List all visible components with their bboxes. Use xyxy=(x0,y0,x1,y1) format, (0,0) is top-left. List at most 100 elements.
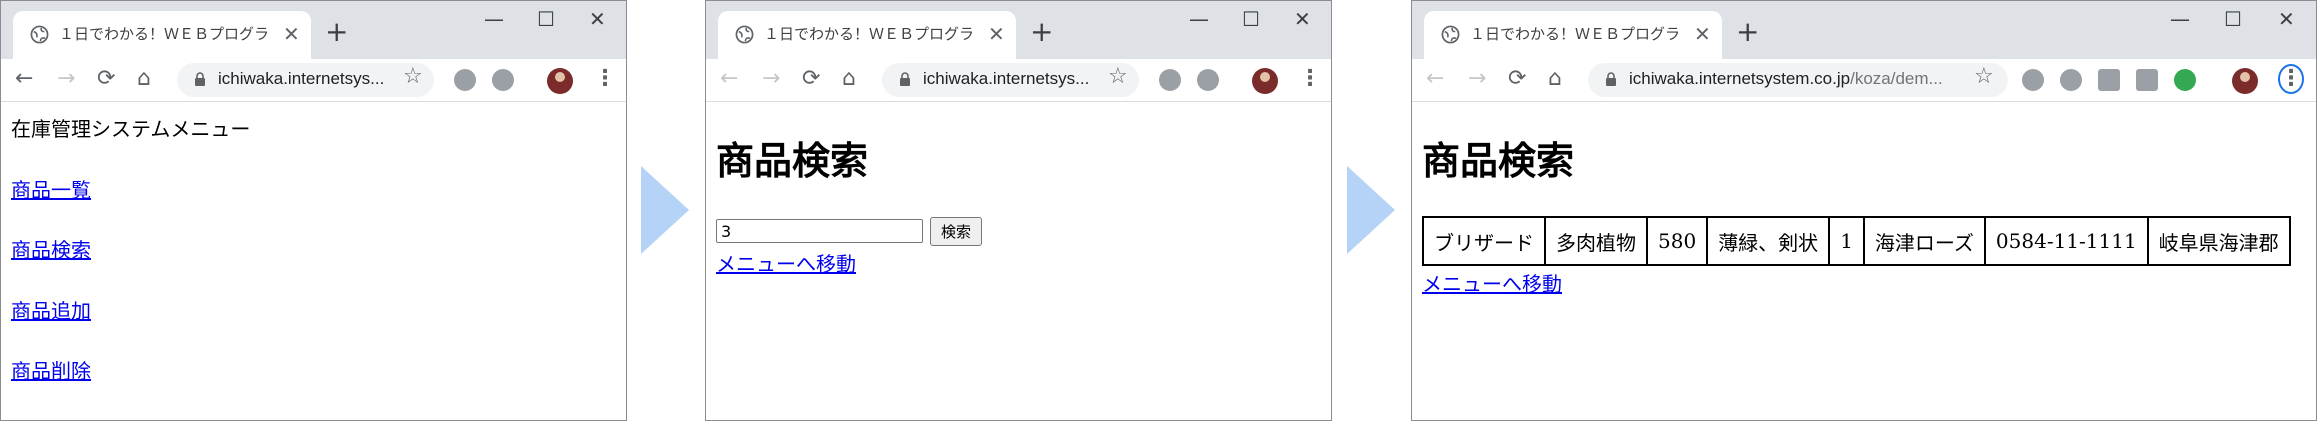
browser-window-menu: １日でわかる！ＷＥＢプログラミング ✕ + — ☐ ✕ ← → ⟳ ⌂ ichi… xyxy=(0,0,627,421)
extension-icon[interactable] xyxy=(1159,69,1181,91)
tab-close-icon[interactable]: ✕ xyxy=(1694,22,1711,46)
search-button[interactable]: 検索 xyxy=(930,217,982,246)
avatar[interactable] xyxy=(547,68,573,94)
page-content: 商品検索 検索 メニューへ移動 xyxy=(706,102,1331,420)
extension-icon[interactable] xyxy=(454,69,476,91)
menu-dots-icon[interactable]: ⋮ xyxy=(2278,64,2304,94)
table-cell: ブリザード xyxy=(1423,217,1545,265)
page-heading: 商品検索 xyxy=(1422,139,1575,183)
extension-icon[interactable] xyxy=(2136,69,2158,91)
browser-window-search: １日でわかる！ＷＥＢプログラミング ✕ + — ☐ ✕ ← → ⟳ ⌂ ichi… xyxy=(705,0,1332,421)
address-bar[interactable]: ichiwaka.internetsys... xyxy=(882,63,1139,97)
lock-icon xyxy=(195,72,205,86)
table-cell: 薄緑、剣状 xyxy=(1707,217,1830,265)
minimize-button[interactable]: — xyxy=(2170,7,2190,31)
link-product-add[interactable]: 商品追加 xyxy=(11,295,91,324)
maximize-button[interactable]: ☐ xyxy=(537,7,555,31)
tab-close-icon[interactable]: ✕ xyxy=(988,22,1005,46)
link-back-to-menu[interactable]: メニューへ移動 xyxy=(1422,268,1562,297)
reload-icon[interactable]: ⟳ xyxy=(1508,67,1526,91)
table-cell: 0584-11-1111 xyxy=(1984,217,2148,265)
extension-icon[interactable] xyxy=(2060,69,2082,91)
forward-arrow-icon[interactable]: → xyxy=(762,67,780,91)
table-cell: 1 xyxy=(1829,217,1864,265)
extension-icon[interactable] xyxy=(492,69,514,91)
minimize-button[interactable]: — xyxy=(484,7,504,31)
address-bar[interactable]: ichiwaka.internetsystem.co.jp/koza/dem..… xyxy=(1588,63,2008,97)
reload-icon[interactable]: ⟳ xyxy=(802,67,820,91)
home-icon[interactable]: ⌂ xyxy=(1548,67,1562,91)
search-input[interactable] xyxy=(716,219,923,243)
tab-title: １日でわかる！ＷＥＢプログラミング xyxy=(1470,25,1680,43)
lock-icon xyxy=(1606,72,1616,86)
tab-strip: １日でわかる！ＷＥＢプログラミング ✕ + — ☐ ✕ xyxy=(1412,1,2316,59)
page-heading: 商品検索 xyxy=(716,139,869,183)
forward-arrow-icon[interactable]: → xyxy=(57,67,75,91)
tab-strip: １日でわかる！ＷＥＢプログラミング ✕ + — ☐ ✕ xyxy=(1,1,626,59)
page-content: 在庫管理システムメニュー 商品一覧 商品検索 商品追加 商品削除 xyxy=(1,102,626,420)
page-content: 商品検索 ブリザード 多肉植物 580 薄緑、剣状 1 海津ローズ 0584-1… xyxy=(1412,102,2316,420)
reload-icon[interactable]: ⟳ xyxy=(97,67,115,91)
extension-icon[interactable] xyxy=(2098,69,2120,91)
close-window-button[interactable]: ✕ xyxy=(2278,7,2295,31)
new-tab-button[interactable]: + xyxy=(1030,17,1053,47)
avatar[interactable] xyxy=(1252,68,1278,94)
extension-icon[interactable] xyxy=(2022,69,2044,91)
new-tab-button[interactable]: + xyxy=(325,17,348,47)
menu-dots-icon[interactable]: ⋮ xyxy=(594,66,616,91)
tab-strip: １日でわかる！ＷＥＢプログラミング ✕ + — ☐ ✕ xyxy=(706,1,1331,59)
home-icon[interactable]: ⌂ xyxy=(137,67,151,91)
browser-window-result: １日でわかる！ＷＥＢプログラミング ✕ + — ☐ ✕ ← → ⟳ ⌂ ichi… xyxy=(1411,0,2317,421)
maximize-button[interactable]: ☐ xyxy=(2224,7,2242,31)
avatar[interactable] xyxy=(2232,68,2258,94)
back-arrow-icon[interactable]: ← xyxy=(1426,67,1444,91)
home-icon[interactable]: ⌂ xyxy=(842,67,856,91)
globe-icon xyxy=(1441,25,1460,44)
browser-toolbar: ← → ⟳ ⌂ ichiwaka.internetsys... ☆ ⋮ xyxy=(706,59,1331,102)
link-product-list[interactable]: 商品一覧 xyxy=(11,174,91,203)
menu-dots-icon[interactable]: ⋮ xyxy=(1299,66,1321,91)
url-text: ichiwaka.internetsystem.co.jp/koza/dem..… xyxy=(1629,69,1943,89)
browser-tab[interactable]: １日でわかる！ＷＥＢプログラミング ✕ xyxy=(13,11,311,59)
tab-close-icon[interactable]: ✕ xyxy=(283,22,300,46)
browser-tab[interactable]: １日でわかる！ＷＥＢプログラミング ✕ xyxy=(1424,11,1722,59)
flow-arrow xyxy=(1347,166,1395,254)
result-table: ブリザード 多肉植物 580 薄緑、剣状 1 海津ローズ 0584-11-111… xyxy=(1422,216,2291,266)
forward-arrow-icon[interactable]: → xyxy=(1468,67,1486,91)
maximize-button[interactable]: ☐ xyxy=(1242,7,1260,31)
browser-toolbar: ← → ⟳ ⌂ ichiwaka.internetsys... ☆ ⋮ xyxy=(1,59,626,102)
globe-icon xyxy=(30,25,49,44)
tab-title: １日でわかる！ＷＥＢプログラミング xyxy=(59,25,269,43)
browser-tab[interactable]: １日でわかる！ＷＥＢプログラミング ✕ xyxy=(718,11,1016,59)
back-arrow-icon[interactable]: ← xyxy=(15,67,33,91)
lock-icon xyxy=(900,72,910,86)
link-back-to-menu[interactable]: メニューへ移動 xyxy=(716,248,856,277)
table-row: ブリザード 多肉植物 580 薄緑、剣状 1 海津ローズ 0584-11-111… xyxy=(1423,217,2290,265)
url-path: /koza/dem... xyxy=(1850,69,1943,88)
tab-title: １日でわかる！ＷＥＢプログラミング xyxy=(764,25,974,43)
new-tab-button[interactable]: + xyxy=(1736,17,1759,47)
page-title: 在庫管理システムメニュー xyxy=(11,117,251,141)
minimize-button[interactable]: — xyxy=(1189,7,1209,31)
address-bar[interactable]: ichiwaka.internetsys... xyxy=(177,63,434,97)
table-cell: 海津ローズ xyxy=(1863,217,1985,265)
link-product-search[interactable]: 商品検索 xyxy=(11,234,91,263)
table-cell: 多肉植物 xyxy=(1545,217,1647,265)
table-cell: 岐阜県海津郡 xyxy=(2147,217,2290,265)
table-cell: 580 xyxy=(1647,217,1708,265)
url-host: ichiwaka.internetsystem.co.jp xyxy=(1629,69,1851,88)
url-text: ichiwaka.internetsys... xyxy=(923,69,1090,88)
extension-icon[interactable] xyxy=(1197,69,1219,91)
extension-icon[interactable] xyxy=(2174,69,2196,91)
star-icon[interactable]: ☆ xyxy=(403,65,423,89)
browser-toolbar: ← → ⟳ ⌂ ichiwaka.internetsystem.co.jp/ko… xyxy=(1412,59,2316,102)
close-window-button[interactable]: ✕ xyxy=(1294,7,1311,31)
close-window-button[interactable]: ✕ xyxy=(589,7,606,31)
star-icon[interactable]: ☆ xyxy=(1108,65,1128,89)
link-product-delete[interactable]: 商品削除 xyxy=(11,355,91,384)
flow-arrow xyxy=(641,166,689,254)
back-arrow-icon[interactable]: ← xyxy=(720,67,738,91)
star-icon[interactable]: ☆ xyxy=(1974,65,1994,89)
globe-icon xyxy=(735,25,754,44)
url-text: ichiwaka.internetsys... xyxy=(218,69,385,88)
